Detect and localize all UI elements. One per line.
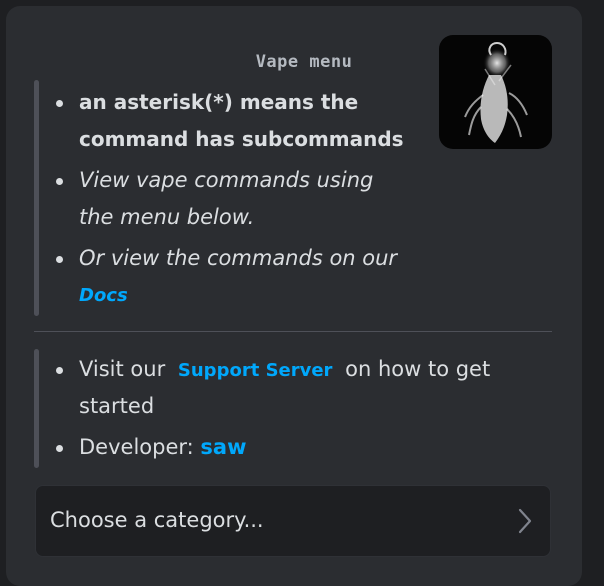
bullet-text: View vape commands using [79, 168, 374, 192]
bullet-text: an asterisk(*) means the [79, 90, 359, 114]
docs-link[interactable]: Docs [79, 285, 128, 306]
embed-thumbnail[interactable] [439, 35, 552, 149]
bullet-text: command has subcommands [79, 127, 404, 151]
bullet-dot [56, 367, 63, 374]
chevron-right-icon [518, 508, 532, 539]
support-line-2: started [79, 394, 155, 418]
bullet-dot [56, 178, 63, 185]
quote-bar [34, 349, 39, 468]
bullet-dot [56, 100, 63, 107]
support-prefix: Visit our [79, 357, 166, 381]
developer-mention[interactable]: saw [200, 435, 246, 459]
figure-artwork [464, 41, 528, 143]
developer-label: Developer: [79, 435, 194, 459]
support-suffix: on how to get [345, 357, 491, 381]
bullet-text: Or view the commands on our [79, 246, 398, 270]
quote-bar [34, 80, 39, 316]
bullet-dot [56, 256, 63, 263]
select-placeholder: Choose a category... [50, 508, 264, 532]
bullet-text: the menu below. [79, 205, 255, 229]
bullet-dot [56, 445, 63, 452]
support-server-link[interactable]: Support Server [178, 360, 333, 381]
divider [34, 331, 552, 332]
developer-line: Developer: saw [79, 435, 246, 459]
support-line: Visit our Support Server on how to get [79, 357, 490, 381]
category-select[interactable]: Choose a category... [35, 485, 551, 557]
